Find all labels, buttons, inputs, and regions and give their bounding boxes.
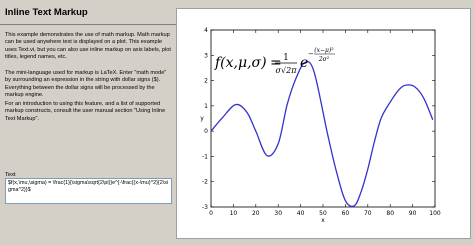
- y-tick-label: -2: [202, 179, 208, 186]
- math-frac-denominator: σ√2π: [276, 66, 298, 75]
- math-frac-numerator: 1: [283, 53, 289, 63]
- y-tick-label: 4: [204, 27, 208, 34]
- description-panel: Inline Text Markup This example demonstr…: [0, 0, 176, 245]
- x-tick-label: 20: [252, 210, 260, 217]
- math-exp-denominator: 2σ²: [318, 56, 330, 63]
- math-lhs: f(x,μ,σ): [214, 55, 267, 71]
- line-chart: 0 10 20 30 40 50 60 70 80 90 100 -3 -2 -1 0 1 2 3 4 f(x,μ,…: [176, 8, 471, 239]
- y-axis-label: y: [200, 115, 204, 122]
- y-tick-label: 0: [204, 128, 208, 135]
- y-tick-label: 3: [204, 52, 208, 59]
- x-axis-label: x: [321, 217, 325, 224]
- x-tick-label: 30: [274, 210, 282, 217]
- title-divider: [0, 24, 176, 25]
- text-input[interactable]: $f(x,\mu,\sigma) = \frac{1}{\sigma\sqrt{…: [5, 178, 172, 204]
- y-tick-label: -1: [202, 153, 208, 160]
- math-exp-sign: −: [308, 50, 314, 58]
- description-paragraph-1: This example demonstrates the use of mat…: [5, 32, 171, 61]
- y-tick-label: 1: [204, 103, 208, 110]
- x-tick-label: 90: [409, 210, 417, 217]
- description-paragraph-3: For an introduction to using this featur…: [5, 101, 166, 122]
- x-tick-label: 40: [297, 210, 305, 217]
- x-tick-label: 80: [386, 210, 394, 217]
- description-paragraph-2: The mini-language used for markup is LaT…: [5, 70, 167, 99]
- y-tick-label: -3: [202, 204, 208, 211]
- x-tick-label: 100: [429, 210, 441, 217]
- y-tick-label: 2: [204, 78, 208, 85]
- x-tick-label: 60: [342, 210, 350, 217]
- x-tick-label: 10: [230, 210, 238, 217]
- math-exp-numerator: (x−μ)²: [314, 47, 334, 54]
- plot-panel: 0 10 20 30 40 50 60 70 80 90 100 -3 -2 -1 0 1 2 3 4 f(x,μ,…: [176, 0, 474, 245]
- x-tick-label: 70: [364, 210, 372, 217]
- x-tick-label: 0: [209, 210, 213, 217]
- x-tick-label: 50: [319, 210, 327, 217]
- page-title: Inline Text Markup: [5, 7, 88, 18]
